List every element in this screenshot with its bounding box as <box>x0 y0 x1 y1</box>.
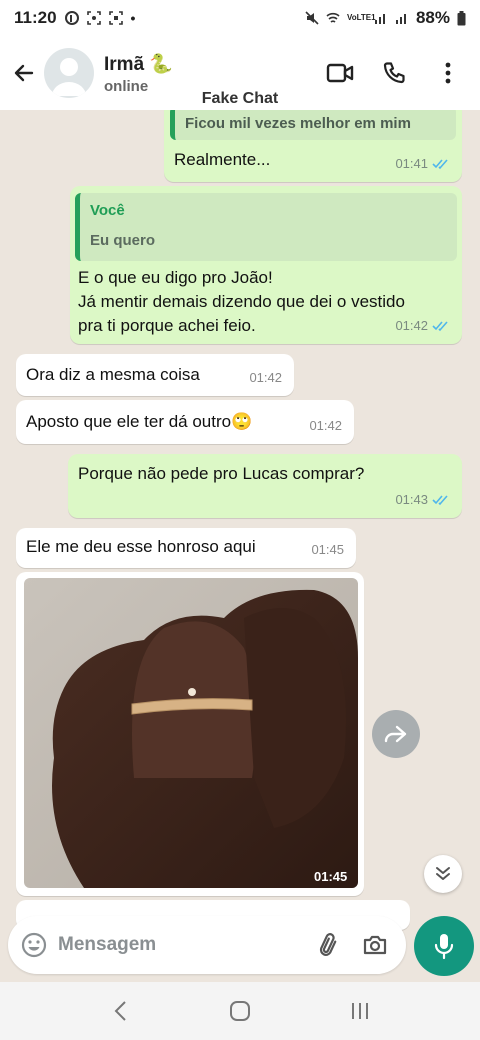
battery-text: 88% <box>415 8 450 27</box>
phone-icon <box>383 62 405 84</box>
message-line: Já mentir demais dizendo que dei o vesti… <box>78 292 405 311</box>
read-ticks-icon <box>432 159 448 170</box>
message-incoming[interactable]: Ora diz a mesma coisa 01:42 <box>16 354 294 396</box>
message-time: 01:45 <box>311 542 344 557</box>
screenshot-icon-2 <box>108 11 123 25</box>
emoji-icon <box>21 932 47 958</box>
message-text: Porque não pede pro Lucas comprar? <box>78 464 365 483</box>
chat-header: Irmã 🐍 online <box>0 36 480 110</box>
contact-name: Irmã 🐍 <box>104 53 174 75</box>
nav-home-button[interactable] <box>220 991 260 1031</box>
signal-icon-2 <box>395 14 406 24</box>
emoji-button[interactable] <box>20 931 48 959</box>
quoted-message[interactable]: Você Eu quero <box>75 193 457 261</box>
quoted-message[interactable]: Ficou mil vezes melhor em mim <box>170 110 456 140</box>
menu-button[interactable] <box>432 57 464 89</box>
camera-icon <box>363 935 387 955</box>
message-text: Aposto que ele ter dá outro🙄 <box>26 412 253 431</box>
status-bar: 11:20 • VoLTE1 88% <box>0 0 480 36</box>
pinterest-icon <box>64 11 79 25</box>
dot-icon: • <box>130 10 136 26</box>
chevron-left-icon <box>114 1001 126 1021</box>
read-ticks-icon <box>432 495 448 506</box>
voice-call-button[interactable] <box>378 57 410 89</box>
video-call-button[interactable] <box>324 57 356 89</box>
paperclip-icon <box>319 933 337 956</box>
signal-icon <box>374 14 385 24</box>
message-meta: 01:45 <box>311 538 344 562</box>
attach-button[interactable] <box>314 930 344 960</box>
message-outgoing[interactable]: Porque não pede pro Lucas comprar? 01:43 <box>68 454 462 518</box>
chat-area[interactable]: Ficou mil vezes melhor em mim Realmente.… <box>0 110 480 990</box>
message-incoming[interactable]: Ele me deu esse honroso aqui 01:45 <box>16 528 356 568</box>
read-ticks-icon <box>432 321 448 332</box>
message-input[interactable] <box>58 934 298 956</box>
forward-button[interactable] <box>372 710 420 758</box>
video-call-icon <box>326 63 354 83</box>
message-meta: 01:43 <box>395 488 450 512</box>
message-text: E o que eu digo pro João! Já mentir dema… <box>78 266 405 338</box>
message-text: Ele me deu esse honroso aqui <box>26 537 256 556</box>
mic-icon <box>434 934 454 960</box>
mic-button[interactable] <box>414 916 474 976</box>
home-icon <box>230 1001 250 1021</box>
camera-button[interactable] <box>360 930 390 960</box>
image-time: 01:45 <box>314 869 347 884</box>
mute-icon <box>305 11 319 25</box>
quoted-author: Você <box>90 202 125 219</box>
more-vert-icon <box>445 62 451 84</box>
network-label: VoLTE1 <box>346 13 376 22</box>
message-line: pra ti porque achei feio. <box>78 316 256 335</box>
message-line: E o que eu digo pro João! <box>78 268 273 287</box>
contact-info[interactable]: Irmã 🐍 online <box>104 52 173 95</box>
system-nav-bar <box>0 982 480 1040</box>
scroll-to-bottom-button[interactable] <box>424 855 462 893</box>
wifi-icon <box>326 12 340 23</box>
message-incoming[interactable]: Aposto que ele ter dá outro🙄 01:42 <box>16 400 354 444</box>
default-avatar-icon <box>52 58 86 96</box>
status-time: 11:20 <box>14 8 57 27</box>
message-time: 01:41 <box>395 156 428 171</box>
arrow-left-icon <box>14 64 34 82</box>
nav-back-button[interactable] <box>100 991 140 1031</box>
message-meta: 01:42 <box>395 314 450 338</box>
message-meta: 01:42 <box>309 414 342 438</box>
message-meta: 01:42 <box>249 366 282 390</box>
ring-photo: 01:45 <box>24 578 358 888</box>
message-composer <box>8 916 406 974</box>
battery-icon <box>457 10 466 25</box>
message-time: 01:42 <box>249 370 282 385</box>
screenshot-icon <box>86 11 101 25</box>
message-outgoing[interactable]: Ficou mil vezes melhor em mim Realmente.… <box>164 110 462 182</box>
message-time: 01:43 <box>395 492 428 507</box>
message-meta: 01:41 <box>395 152 450 176</box>
message-outgoing[interactable]: Você Eu quero E o que eu digo pro João! … <box>70 186 462 344</box>
quoted-text: Ficou mil vezes melhor em mim <box>185 115 411 132</box>
forward-icon <box>384 725 407 743</box>
nav-recents-button[interactable] <box>340 991 380 1031</box>
message-time: 01:42 <box>309 418 342 433</box>
contact-status: online <box>104 77 149 95</box>
quoted-text: Eu quero <box>90 232 156 249</box>
back-button[interactable] <box>4 53 44 93</box>
double-chevron-down-icon <box>436 867 450 880</box>
message-text: Realmente... <box>174 150 271 169</box>
message-text: Ora diz a mesma coisa <box>26 365 200 384</box>
recents-icon <box>352 1003 368 1019</box>
avatar[interactable] <box>44 48 94 98</box>
photo-ring[interactable]: 01:45 <box>24 578 358 888</box>
message-time: 01:42 <box>395 318 428 333</box>
